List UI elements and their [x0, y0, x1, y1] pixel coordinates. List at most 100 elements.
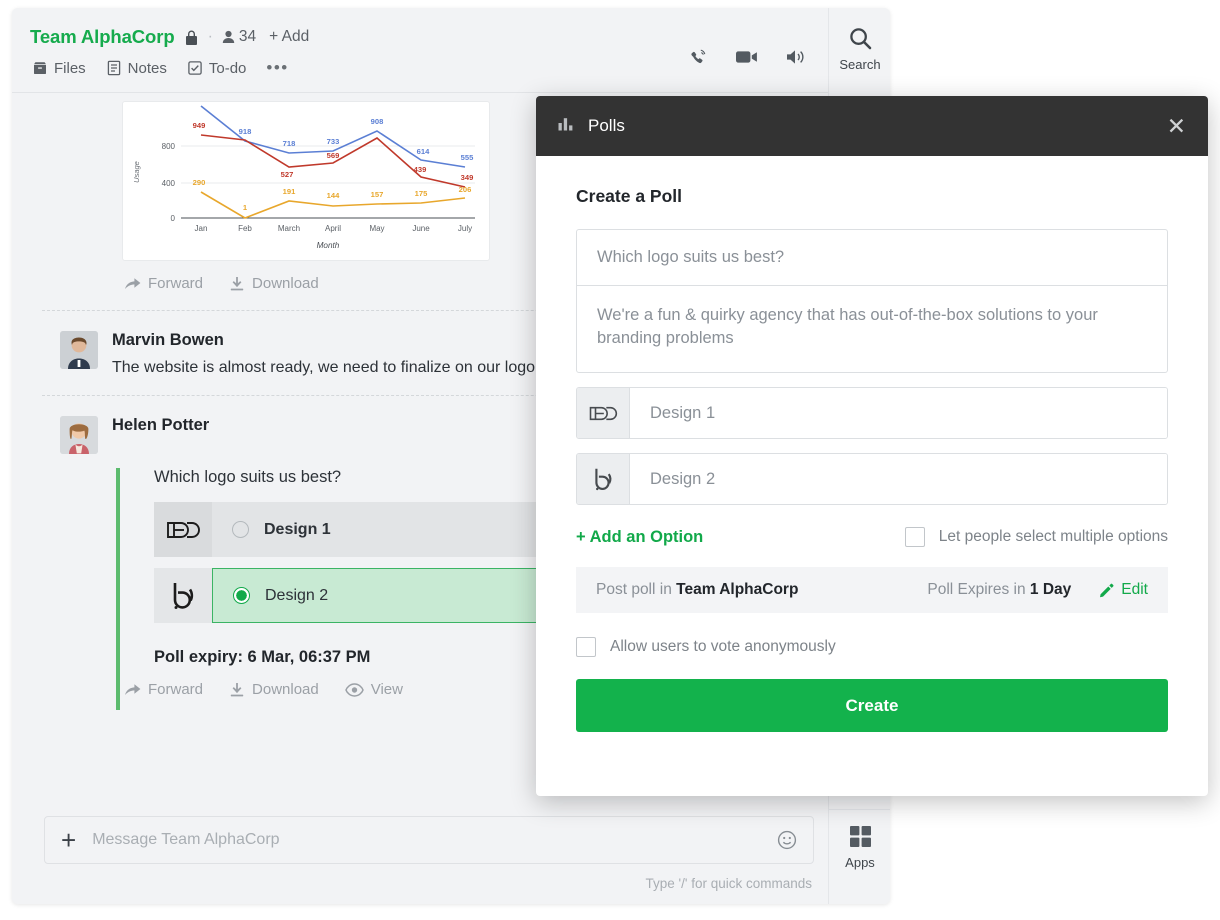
poll-option-row-2[interactable]: Design 2	[576, 453, 1168, 506]
more-options-button[interactable]: •••	[266, 58, 288, 78]
files-label: Files	[54, 59, 86, 77]
svg-text:157: 157	[371, 190, 384, 199]
poll-option-input-1[interactable]: Design 1	[630, 388, 1167, 439]
forward-label: Forward	[148, 681, 204, 698]
svg-text:0: 0	[171, 214, 176, 223]
radio-button[interactable]	[232, 521, 249, 538]
message-input[interactable]: Message Team AlphaCorp	[76, 831, 777, 849]
post-target-text: Post poll in Team AlphaCorp	[596, 581, 798, 599]
pencil-icon	[1100, 583, 1114, 597]
anonymous-vote-checkbox[interactable]	[576, 637, 596, 658]
expiry-text: Poll Expires in 1 Day	[927, 581, 1071, 599]
poll-question-input[interactable]: Which logo suits us best?	[577, 230, 1167, 286]
expiry-group: Poll Expires in 1 Day Edit	[927, 581, 1148, 599]
svg-text:400: 400	[162, 179, 176, 188]
dialog-header: Polls ✕	[536, 96, 1208, 156]
todo-label: To-do	[208, 59, 247, 77]
create-poll-button[interactable]: Create	[576, 679, 1168, 733]
video-icon[interactable]	[735, 48, 759, 71]
download-label: Download	[252, 275, 319, 292]
lock-icon	[184, 29, 199, 46]
download-chart-button[interactable]: Download	[229, 275, 319, 292]
poll-option-label: Design 1	[264, 520, 331, 538]
channel-name[interactable]: Team AlphaCorp	[30, 26, 175, 48]
anonymous-vote-label: Allow users to vote anonymously	[610, 638, 836, 656]
post-target: Team AlphaCorp	[676, 581, 799, 599]
notes-tab[interactable]: Notes	[106, 60, 167, 77]
rail-item-apps[interactable]: Apps	[829, 809, 890, 882]
avatar	[60, 331, 98, 369]
emoji-icon[interactable]	[777, 830, 797, 850]
files-tab[interactable]: Files	[32, 60, 86, 77]
rail-item-search[interactable]: Search	[829, 8, 890, 84]
forward-poll-button[interactable]: Forward	[124, 681, 203, 698]
edit-label: Edit	[1121, 581, 1148, 599]
forward-chart-button[interactable]: Forward	[124, 275, 203, 292]
svg-text:Month: Month	[317, 241, 340, 250]
svg-text:555: 555	[461, 153, 474, 162]
poll-question-box: Which logo suits us best? We're a fun & …	[576, 229, 1168, 374]
multiple-options-checkbox[interactable]	[904, 527, 925, 548]
dialog-body: Create a Poll Which logo suits us best? …	[536, 156, 1208, 733]
composer-hint: Type '/' for quick commands	[645, 876, 812, 891]
usage-line-chart: Usage 800 400 0 918 718 733 908 614 555 …	[132, 105, 475, 250]
add-member-button[interactable]: + Add	[269, 28, 309, 46]
edit-expiry-button[interactable]: Edit	[1099, 581, 1148, 599]
logo-b-rect-icon	[154, 502, 212, 557]
notes-icon	[107, 60, 120, 76]
svg-text:March: March	[278, 224, 300, 233]
svg-text:175: 175	[415, 189, 428, 198]
rail-search-label: Search	[839, 57, 881, 72]
notes-label: Notes	[127, 59, 167, 77]
rail-apps-label: Apps	[845, 855, 875, 870]
poll-option-content: Design 1	[212, 521, 331, 539]
add-option-button[interactable]: + Add an Option	[576, 528, 703, 547]
poll-option-input-2[interactable]: Design 2	[630, 454, 1167, 505]
logo-b-circle-icon	[154, 568, 212, 623]
svg-text:1: 1	[243, 203, 248, 212]
logo-b-rect-icon[interactable]	[577, 388, 630, 439]
svg-text:Jan: Jan	[195, 224, 208, 233]
close-icon[interactable]: ✕	[1167, 114, 1186, 138]
multiple-options-toggle[interactable]: Let people select multiple options	[904, 527, 1168, 548]
speaker-icon[interactable]	[785, 47, 806, 72]
anonymous-vote-toggle[interactable]: Allow users to vote anonymously	[576, 637, 1168, 658]
chart-card[interactable]: Usage 800 400 0 918 718 733 908 614 555 …	[122, 101, 490, 261]
forward-icon	[125, 684, 141, 695]
expires-value: 1 Day	[1029, 581, 1072, 599]
message-sender: Helen Potter	[112, 416, 210, 434]
svg-text:Usage: Usage	[132, 161, 141, 183]
eye-icon	[344, 682, 364, 697]
view-poll-button[interactable]: View	[344, 681, 403, 698]
composer-area: + Message Team AlphaCorp Type '/' for qu…	[12, 808, 828, 904]
svg-text:569: 569	[327, 151, 340, 160]
options-controls: + Add an Option Let people select multip…	[576, 527, 1168, 548]
download-label: Download	[252, 681, 319, 698]
forward-icon	[125, 278, 141, 289]
phone-icon[interactable]	[688, 46, 709, 72]
svg-text:527: 527	[281, 170, 294, 179]
create-poll-heading: Create a Poll	[576, 186, 683, 206]
call-actions	[688, 46, 806, 72]
poll-settings-bar: Post poll in Team AlphaCorp Poll Expires…	[576, 567, 1168, 614]
logo-b-circle-icon[interactable]	[577, 454, 630, 505]
svg-text:Feb: Feb	[238, 224, 252, 233]
svg-text:918: 918	[239, 127, 252, 136]
plus-icon[interactable]: +	[61, 827, 76, 853]
title-separator: ·	[207, 28, 213, 45]
person-icon	[222, 30, 235, 43]
poll-bars-icon	[558, 116, 575, 137]
svg-text:290: 290	[193, 178, 206, 187]
download-icon	[230, 276, 244, 290]
svg-text:May: May	[369, 224, 384, 233]
post-prefix: Post poll in	[596, 581, 672, 599]
todo-tab[interactable]: To-do	[187, 59, 247, 77]
download-poll-button[interactable]: Download	[229, 681, 319, 698]
poll-description-input[interactable]: We're a fun & quirky agency that has out…	[577, 286, 1167, 372]
radio-button-selected[interactable]	[233, 587, 250, 604]
files-icon	[34, 62, 46, 74]
message-composer[interactable]: + Message Team AlphaCorp	[44, 816, 814, 864]
forward-label: Forward	[148, 275, 204, 292]
member-count[interactable]: 34	[222, 28, 256, 46]
poll-option-row-1[interactable]: Design 1	[576, 387, 1168, 440]
